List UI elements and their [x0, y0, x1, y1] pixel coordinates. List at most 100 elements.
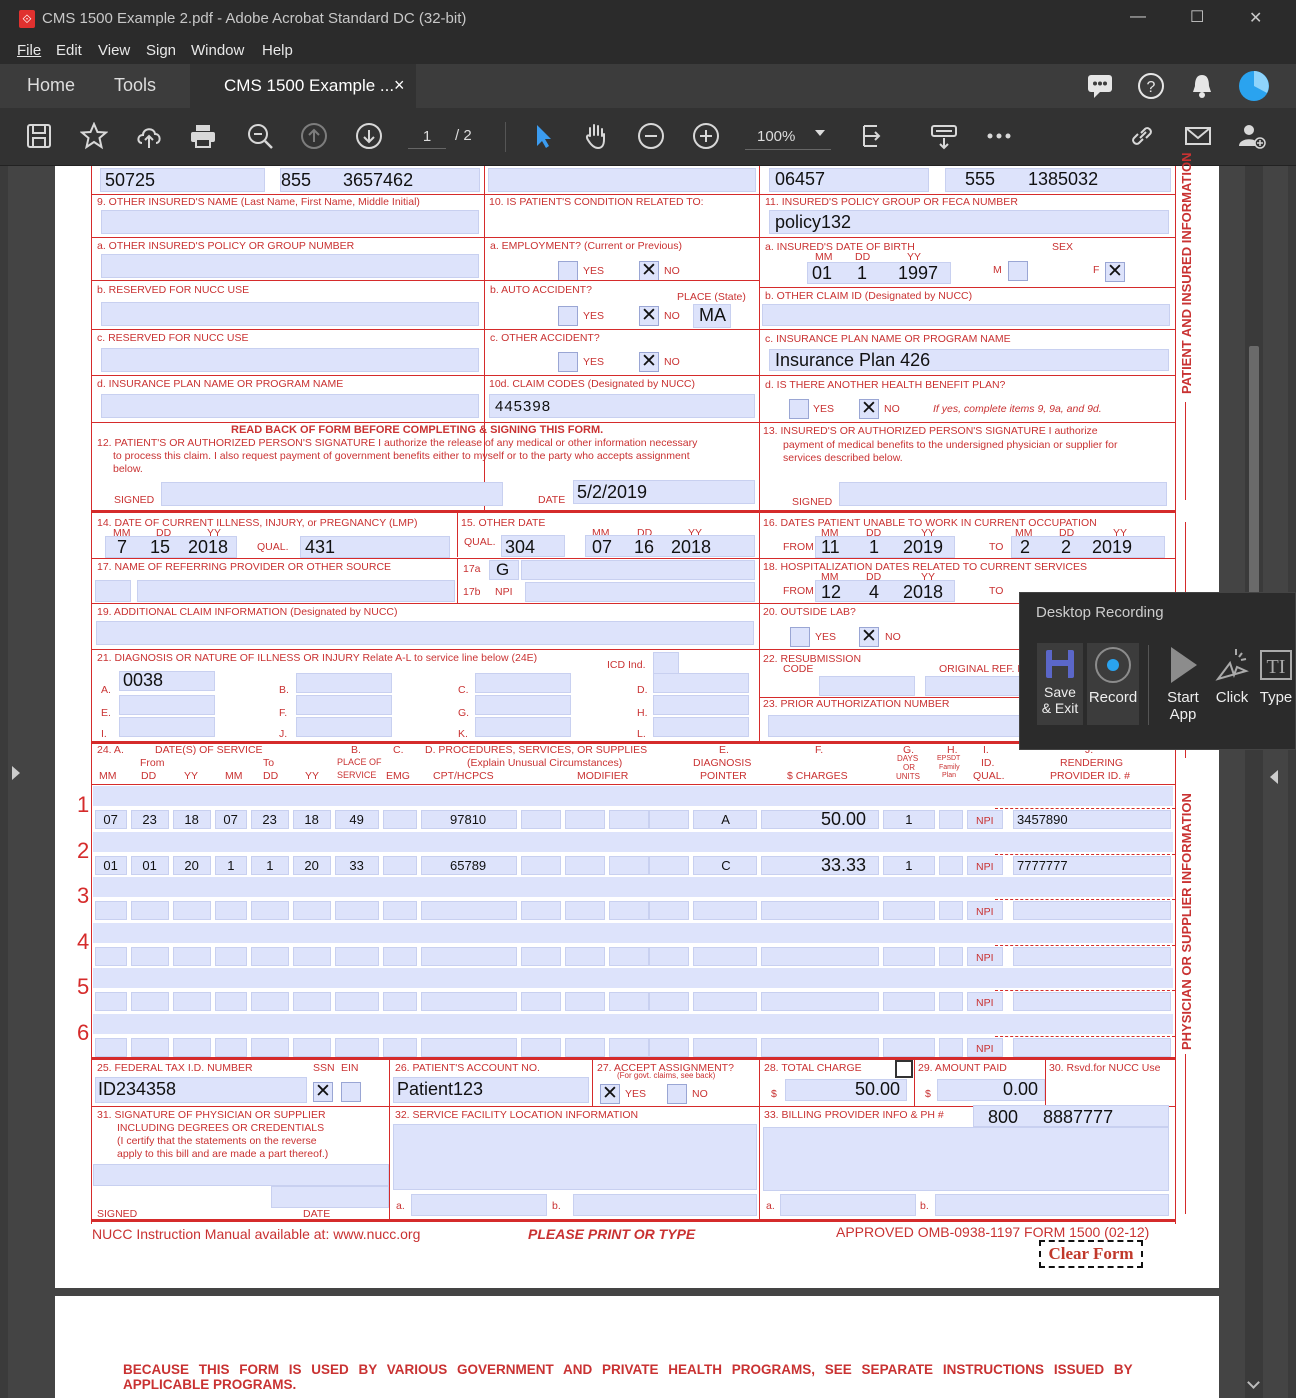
start-app-button[interactable]: Start App [1158, 643, 1208, 733]
unable-work-to-field[interactable] [1011, 536, 1165, 558]
diagnosis-i-field[interactable] [119, 717, 215, 737]
line-1-m3-field[interactable] [609, 810, 649, 829]
physician-signature-date-field[interactable] [271, 1186, 389, 1208]
line-4-prov-field[interactable] [1013, 946, 1171, 966]
tab-home[interactable]: Home [27, 75, 75, 96]
line-3-fyy-field[interactable] [173, 901, 211, 920]
menu-help[interactable]: Help [262, 42, 293, 59]
line-2-m2-field[interactable] [565, 855, 605, 875]
left-pane-toggle-icon[interactable] [12, 766, 20, 780]
line-5-cpt-field[interactable] [421, 992, 517, 1011]
line-4-tyy-field[interactable] [293, 946, 331, 966]
line-5-ptr-field[interactable] [693, 992, 757, 1011]
line-6-cpt-field[interactable] [421, 1037, 517, 1057]
auto-no-checkbox[interactable]: ✕ [639, 306, 659, 326]
line-6-tdd-field[interactable] [251, 1037, 289, 1057]
line-2-m3-field[interactable] [609, 855, 649, 875]
diagnosis-j-field[interactable] [296, 717, 392, 737]
line-5-units-field[interactable] [883, 992, 935, 1011]
line-3-fmm-field[interactable] [95, 901, 127, 920]
line-6-units-field[interactable] [883, 1037, 935, 1057]
line-6-m1-field[interactable] [521, 1037, 561, 1057]
diagnosis-k-field[interactable] [475, 717, 571, 737]
referring-npi-field[interactable] [525, 582, 755, 602]
line-3-tmm-field[interactable] [215, 901, 247, 920]
line-1-emg-field[interactable] [383, 810, 417, 829]
diagnosis-c-field[interactable] [475, 673, 571, 693]
line-3-tyy-field[interactable] [293, 901, 331, 920]
type-button[interactable]: TI Type [1256, 643, 1296, 733]
diagnosis-l-field[interactable] [653, 717, 749, 737]
minimize-button[interactable]: — [1130, 8, 1146, 26]
line-4-fyy-field[interactable] [173, 946, 211, 966]
right-pane-toggle-icon[interactable] [1270, 770, 1278, 784]
scroll-down-arrow-icon[interactable] [1247, 1376, 1260, 1389]
line-1-m1-field[interactable] [521, 810, 561, 829]
line-6-h-field[interactable] [939, 1037, 963, 1057]
line-4-h-field[interactable] [939, 946, 963, 966]
employment-yes-checkbox[interactable] [558, 261, 578, 281]
add-user-icon[interactable] [1236, 120, 1268, 152]
line-5-m2-field[interactable] [565, 992, 605, 1011]
line-6-tyy-field[interactable] [293, 1037, 331, 1057]
referring-qual-field[interactable] [95, 580, 131, 602]
line-3-m2-field[interactable] [565, 901, 605, 920]
keyboard-scroll-icon[interactable] [928, 120, 960, 152]
other-accident-no-checkbox[interactable]: ✕ [639, 352, 659, 372]
another-plan-no-checkbox[interactable]: ✕ [859, 399, 879, 419]
shaded-supplemental-row[interactable] [93, 1013, 1173, 1034]
line-4-pos-field[interactable] [335, 946, 379, 966]
line-5-fdd-field[interactable] [131, 992, 169, 1011]
another-plan-yes-checkbox[interactable] [789, 399, 809, 419]
tab-close-icon[interactable]: × [394, 75, 405, 96]
line-3-ptr-field[interactable] [693, 901, 757, 920]
additional-claim-info-field[interactable] [96, 621, 754, 645]
menu-window[interactable]: Window [191, 42, 244, 59]
diagnosis-h-field[interactable] [653, 695, 749, 715]
other-insured-policy-field[interactable] [101, 254, 479, 278]
reserved-9c-field[interactable] [101, 348, 479, 372]
print-icon[interactable] [187, 120, 219, 152]
diagnosis-b-field[interactable] [296, 673, 392, 693]
zoom-in-icon[interactable] [690, 120, 722, 152]
billing-other-id-field[interactable] [935, 1194, 1169, 1216]
line-4-chg-field[interactable] [761, 946, 879, 966]
service-facility-field[interactable] [393, 1124, 757, 1190]
line-3-fdd-field[interactable] [131, 901, 169, 920]
referring-provider-field[interactable] [137, 580, 455, 602]
help-icon[interactable]: ? [1137, 72, 1165, 100]
line-5-tmm-field[interactable] [215, 992, 247, 1011]
line-2-emg-field[interactable] [383, 855, 417, 875]
line-3-prov-field[interactable] [1013, 901, 1171, 920]
line-6-emg-field[interactable] [383, 1037, 417, 1057]
line-2-h-field[interactable] [939, 855, 963, 875]
shaded-supplemental-row[interactable] [93, 831, 1173, 852]
other-claim-id-field[interactable] [762, 304, 1170, 326]
patient-signature-field[interactable] [161, 482, 503, 506]
click-button[interactable]: Click [1210, 643, 1254, 733]
line-5-tdd-field[interactable] [251, 992, 289, 1011]
diagnosis-f-field[interactable] [296, 695, 392, 715]
line-1-h-field[interactable] [939, 810, 963, 829]
icd-indicator-field[interactable] [653, 652, 679, 674]
line-6-fdd-field[interactable] [131, 1037, 169, 1057]
line-6-ptr-field[interactable] [693, 1037, 757, 1057]
email-icon[interactable] [1182, 120, 1214, 152]
referring-17a-id-field[interactable] [521, 560, 755, 580]
ein-checkbox[interactable] [341, 1082, 361, 1102]
menu-edit[interactable]: Edit [56, 42, 82, 59]
resubmission-code-field[interactable] [819, 676, 915, 696]
line-5-fmm-field[interactable] [95, 992, 127, 1011]
save-icon[interactable] [23, 120, 55, 152]
shaded-supplemental-row[interactable] [93, 968, 1173, 988]
line-5-prov-field[interactable] [1013, 992, 1171, 1011]
record-button[interactable]: Record [1087, 643, 1139, 725]
facility-npi-field[interactable] [411, 1194, 547, 1216]
shaded-supplemental-row[interactable] [93, 922, 1173, 943]
auto-yes-checkbox[interactable] [558, 306, 578, 326]
line-6-pos-field[interactable] [335, 1037, 379, 1057]
line-1-m2-field[interactable] [565, 810, 605, 829]
line-5-chg-field[interactable] [761, 992, 879, 1011]
next-page-icon[interactable] [353, 120, 385, 152]
line-3-m4-field[interactable] [649, 901, 689, 920]
